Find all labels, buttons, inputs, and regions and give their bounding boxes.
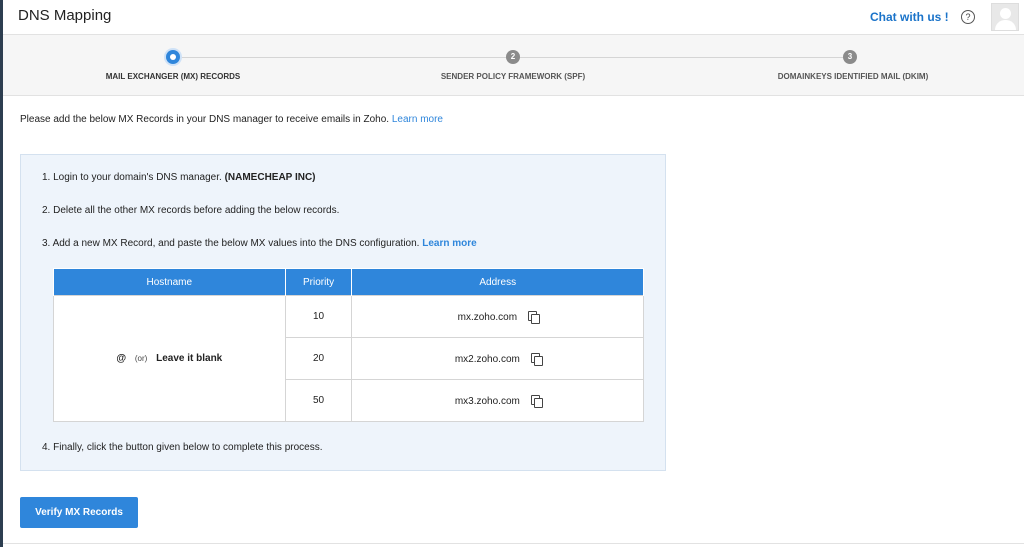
column-header-address: Address (351, 268, 644, 296)
priority-cell: 50 (284, 379, 353, 422)
hostname-at: @ (116, 353, 127, 364)
step-mx-records[interactable]: MAIL EXCHANGER (MX) RECORDS (3, 35, 343, 96)
intro-text: Please add the below MX Records in your … (20, 114, 443, 125)
mx-records-table: Hostname Priority Address @ (or) Leave i… (53, 268, 644, 422)
instruction-step-3-text: 3. Add a new MX Record, and paste the be… (42, 238, 420, 249)
address-value: mx2.zoho.com (454, 353, 520, 365)
step-2-number: 2 (506, 50, 520, 64)
address-value: mx3.zoho.com (454, 395, 520, 407)
address-cell: mx.zoho.com (351, 295, 644, 338)
step-dkim[interactable]: 3 DOMAINKEYS IDENTIFIED MAIL (DKIM) (683, 35, 1023, 96)
step-1-label: MAIL EXCHANGER (MX) RECORDS (105, 72, 241, 81)
intro-message: Please add the below MX Records in your … (20, 114, 390, 125)
instruction-step-1-text: 1. Login to your domain's DNS manager. (42, 172, 222, 183)
avatar[interactable] (991, 3, 1019, 31)
address-cell: mx3.zoho.com (351, 379, 644, 422)
instruction-step-4: 4. Finally, click the button given below… (42, 442, 323, 453)
intro-learn-more-link[interactable]: Learn more (392, 114, 443, 125)
setup-stepper: MAIL EXCHANGER (MX) RECORDS 2 SENDER POL… (3, 35, 1024, 96)
step-2-label: SENDER POLICY FRAMEWORK (SPF) (440, 72, 586, 81)
hostname-blank: Leave it blank (156, 353, 223, 364)
bottom-divider (3, 543, 1024, 544)
instructions-panel: 1. Login to your domain's DNS manager. (… (20, 154, 666, 471)
step-3-label: DOMAINKEYS IDENTIFIED MAIL (DKIM) (777, 72, 929, 81)
avatar-body (995, 20, 1016, 30)
step-3-number: 3 (843, 50, 857, 64)
column-header-hostname: Hostname (53, 268, 286, 296)
address-cell: mx2.zoho.com (351, 337, 644, 380)
copy-icon[interactable] (530, 394, 543, 408)
step-spf[interactable]: 2 SENDER POLICY FRAMEWORK (SPF) (343, 35, 683, 96)
instruction-learn-more-link[interactable]: Learn more (422, 238, 476, 249)
chat-with-us-link[interactable]: Chat with us ! (870, 10, 949, 24)
address-value: mx.zoho.com (457, 311, 518, 323)
table-row: @ (or) Leave it blank 10 mx.zoho.com (53, 295, 644, 422)
column-header-priority: Priority (284, 268, 353, 296)
instruction-step-3: 3. Add a new MX Record, and paste the be… (42, 238, 477, 249)
copy-icon[interactable] (527, 310, 540, 324)
help-icon[interactable]: ? (961, 10, 975, 24)
priority-cell: 20 (284, 337, 353, 380)
app-window: DNS Mapping Chat with us ! ? MAIL EXCHAN… (3, 0, 1024, 547)
dns-provider-name: (NAMECHEAP INC) (224, 172, 316, 183)
priority-cell: 10 (284, 295, 353, 338)
avatar-head (1000, 8, 1011, 19)
instruction-step-2: 2. Delete all the other MX records befor… (42, 205, 340, 216)
hostname-cell: @ (or) Leave it blank (53, 295, 286, 422)
hostname-or: (or) (134, 354, 148, 363)
page-title: DNS Mapping (18, 7, 112, 24)
step-1-active-dot-icon (166, 50, 180, 64)
copy-icon[interactable] (530, 352, 543, 366)
top-header: DNS Mapping Chat with us ! ? (3, 0, 1024, 35)
instruction-step-1: 1. Login to your domain's DNS manager. (… (42, 172, 316, 183)
verify-mx-records-button[interactable]: Verify MX Records (20, 497, 138, 528)
